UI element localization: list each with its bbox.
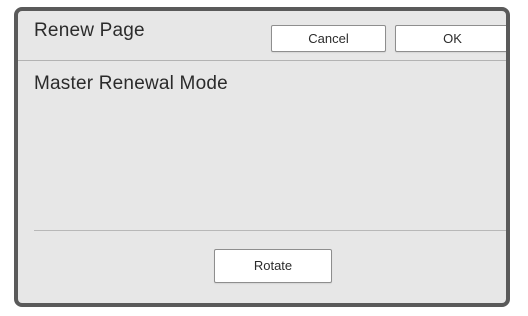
mode-label: Master Renewal Mode — [34, 73, 228, 94]
cancel-button[interactable]: Cancel — [271, 25, 386, 52]
ok-button[interactable]: OK — [395, 25, 506, 52]
rotate-button[interactable]: Rotate — [214, 249, 332, 283]
dialog-header: Renew Page Cancel OK — [18, 11, 506, 61]
dialog-title: Renew Page — [34, 20, 145, 41]
divider — [34, 230, 506, 231]
renew-page-dialog: Renew Page Cancel OK Master Renewal Mode… — [14, 7, 510, 307]
